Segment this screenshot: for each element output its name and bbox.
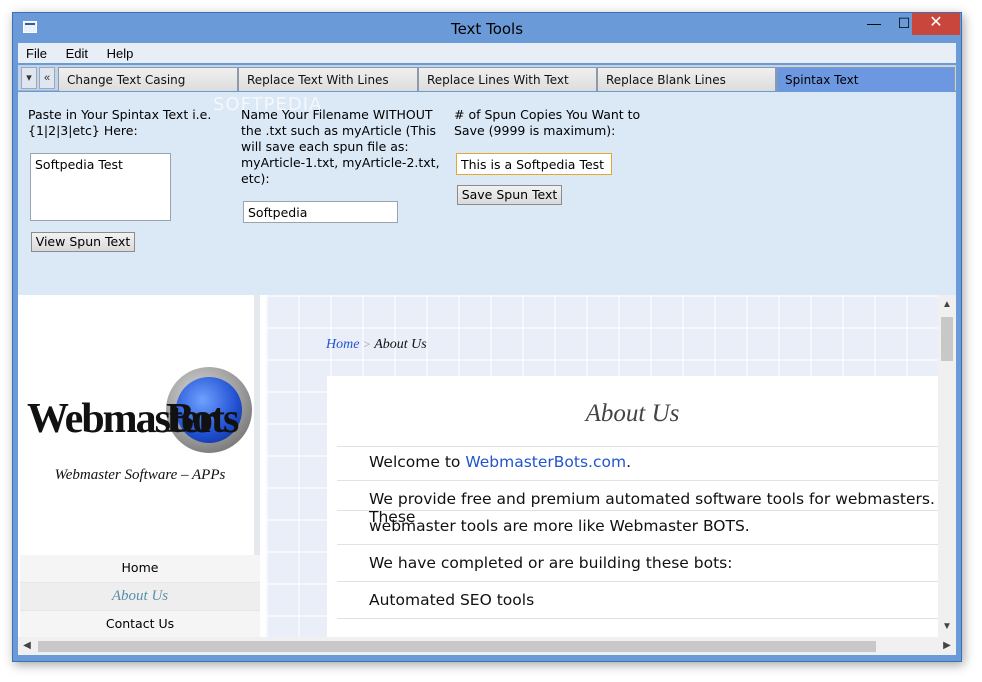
spintax-label-line2: {1|2|3|etc} Here: (28, 123, 138, 138)
web-preview: Webmaster Bots Webmaster Software – APPs… (18, 295, 956, 639)
filename-label-line1: Name Your Filename WITHOUT (241, 107, 433, 122)
title-bar[interactable]: Text Tools — ☐ ✕ (13, 13, 961, 43)
filename-label-line2: the .txt such as myArticle (This (241, 123, 437, 138)
breadcrumb-current: About Us (374, 337, 427, 352)
filename-label-line5: etc): (241, 171, 270, 186)
site-logo[interactable]: Webmaster Bots Webmaster Software – APPs (20, 295, 260, 553)
save-spun-text-button[interactable]: Save Spun Text (457, 185, 562, 205)
vertical-scroll-thumb[interactable] (941, 317, 953, 361)
breadcrumb-separator: > (363, 337, 371, 351)
horizontal-scroll-thumb[interactable] (38, 641, 876, 652)
tab-spintax-text[interactable]: Spintax Text (776, 67, 955, 91)
site-tagline: Webmaster Software – APPs (54, 467, 226, 483)
scroll-down-icon[interactable]: ▼ (938, 619, 956, 635)
provide-paragraph-line2: webmaster tools are more like Webmaster … (369, 517, 750, 535)
welcome-prefix: Welcome to (369, 453, 466, 471)
scroll-right-icon[interactable]: ▶ (938, 637, 956, 655)
scroll-up-icon[interactable]: ▲ (938, 297, 956, 313)
breadcrumb-home-link[interactable]: Home (326, 337, 359, 352)
tab-replace-lines-with-text[interactable]: Replace Lines With Text (418, 67, 597, 91)
vertical-scrollbar[interactable]: ▲ ▼ (938, 295, 956, 637)
spintax-panel: SOFTPEDIA Paste in Your Spintax Text i.e… (18, 92, 956, 295)
divider (337, 544, 938, 545)
filename-input[interactable]: Softpedia (243, 201, 398, 223)
window-title: Text Tools (450, 20, 524, 38)
seo-tools-item: Automated SEO tools (369, 591, 535, 609)
menu-file[interactable]: File (18, 43, 54, 61)
spintax-textarea[interactable]: Softpedia Test (30, 153, 171, 221)
site-nav: Home About Us Contact Us (20, 555, 260, 639)
tab-replace-blank-lines[interactable]: Replace Blank Lines (597, 67, 776, 91)
breadcrumb: Home > About Us (326, 337, 427, 353)
site-nav-about-us[interactable]: About Us (20, 583, 260, 611)
tab-bar: ▾ « Change Text Casing Replace Text With… (18, 65, 956, 91)
webmasterbots-link[interactable]: WebmasterBots.com (465, 453, 626, 471)
divider (337, 581, 938, 582)
site-nav-home[interactable]: Home (20, 555, 260, 583)
divider (337, 446, 938, 447)
tab-replace-text-with-lines[interactable]: Replace Text With Lines (238, 67, 418, 91)
logo-word-bots: Bots (166, 396, 239, 442)
tab-scroll-back[interactable]: « (39, 67, 55, 89)
copies-label-line2: Save (9999 is maximum): (454, 123, 616, 138)
completed-paragraph: We have completed or are building these … (369, 554, 733, 572)
divider (337, 510, 938, 511)
menu-edit[interactable]: Edit (58, 43, 95, 61)
spintax-label-line1: Paste in Your Spintax Text i.e. (28, 107, 212, 122)
copies-input[interactable]: This is a Softpedia Test (456, 153, 612, 175)
filename-label-line4: myArticle-1.txt, myArticle-2.txt, (241, 155, 440, 170)
menu-bar: File Edit Help (18, 43, 956, 63)
divider (337, 618, 938, 619)
copies-label-line1: # of Spun Copies You Want to (454, 107, 641, 122)
horizontal-scrollbar[interactable]: ◀ ▶ (18, 637, 956, 655)
site-nav-contact-us[interactable]: Contact Us (20, 611, 260, 639)
menu-help[interactable]: Help (99, 43, 141, 61)
tab-list-dropdown[interactable]: ▾ (21, 67, 37, 89)
divider (337, 480, 938, 481)
app-window: Text Tools — ☐ ✕ File Edit Help ▾ « Chan… (12, 12, 962, 662)
minimize-button[interactable]: — (859, 13, 889, 35)
close-button[interactable]: ✕ (912, 13, 960, 35)
view-spun-text-button[interactable]: View Spun Text (31, 232, 135, 252)
welcome-paragraph: Welcome to WebmasterBots.com. (369, 453, 631, 471)
scroll-left-icon[interactable]: ◀ (18, 637, 36, 655)
site-sidebar: Webmaster Bots Webmaster Software – APPs… (20, 295, 260, 639)
welcome-suffix: . (626, 453, 632, 471)
page-title: About Us (585, 400, 680, 427)
filename-label-line3: will save each spun file as: (241, 139, 409, 154)
site-content: Home > About Us About Us Welcome to Webmas… (266, 295, 938, 637)
article-card: About Us Welcome to WebmasterBots.com. W… (327, 376, 938, 637)
tab-change-text-casing[interactable]: Change Text Casing (58, 67, 238, 91)
